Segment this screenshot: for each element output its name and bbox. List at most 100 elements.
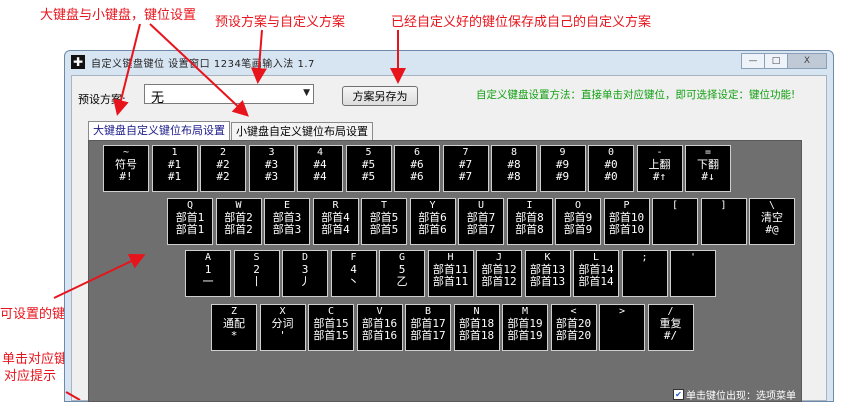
key-bot-label: #4 bbox=[313, 170, 327, 183]
key-1-6[interactable]: U 部首7 部首7 bbox=[458, 198, 504, 245]
key-1-3[interactable]: R 部首4 部首4 bbox=[312, 198, 359, 245]
key-1-5[interactable]: Y 部首6 部首6 bbox=[409, 198, 456, 245]
key-top-label: [ bbox=[671, 200, 679, 211]
key-bot-label: #/ bbox=[663, 329, 678, 342]
key-2-1[interactable]: S2丨 bbox=[233, 250, 280, 297]
key-bot-label: 一 bbox=[202, 275, 214, 288]
key-bot-label: * bbox=[230, 329, 238, 342]
key-bot-label: 部首7 bbox=[466, 223, 496, 236]
window-title: 自定义键盘键位 设置窗口 1234笔画输入法 1.7 bbox=[91, 59, 315, 70]
annotation-click-hint-2: 对应提示 bbox=[4, 369, 57, 384]
key-2-8[interactable]: L 部首14 部首14 bbox=[573, 250, 619, 297]
key-1-2[interactable]: E 部首3 部首3 bbox=[264, 198, 310, 245]
key-3-2[interactable]: C 部首15 部首15 bbox=[308, 304, 354, 351]
key-2-3[interactable]: F4丶 bbox=[330, 250, 377, 297]
key-bot-label: 丨 bbox=[251, 275, 262, 288]
key-bot-label: 部首20 bbox=[555, 329, 592, 342]
key-1-8[interactable]: O 部首9 部首9 bbox=[555, 198, 601, 245]
key-1-9[interactable]: P 部首10 部首10 bbox=[603, 198, 650, 245]
key-0-2[interactable]: 2 #2 #2 bbox=[200, 145, 246, 192]
annotation-preset: 预设方案与自定义方案 bbox=[215, 15, 346, 30]
key-bot-label: 部首14 bbox=[578, 275, 614, 288]
key-1-4[interactable]: T 部首5 部首5 bbox=[361, 198, 407, 245]
key-bot-label: 部首18 bbox=[458, 329, 495, 342]
key-bot-label: 部首1 bbox=[175, 223, 205, 236]
tab-bar: 大键盘自定义键位布局设置 小键盘自定义键位布局设置 bbox=[88, 121, 374, 141]
key-top-label: ] bbox=[720, 200, 727, 211]
keyboard-panel: ~ 符号 #! 1 #1 #1 2 #2 #2 3 #3 #3 4 #4 #4 5 #5 #5 6 #6 #6 7 #7 #7… bbox=[88, 140, 802, 402]
app-icon: ✚ bbox=[71, 55, 85, 69]
key-2-6[interactable]: J 部首12 部首12 bbox=[476, 250, 522, 297]
checkbox-icon[interactable]: ✔ bbox=[673, 389, 684, 400]
key-bot-label: #1 bbox=[167, 170, 182, 183]
preset-dropdown[interactable]: 无 ▼ bbox=[144, 84, 314, 106]
key-2-9[interactable]: ; bbox=[621, 250, 668, 297]
key-2-0[interactable]: A1一 bbox=[185, 250, 231, 297]
key-0-10[interactable]: 0 #0 #0 bbox=[588, 145, 634, 192]
tab-numpad[interactable]: 小键盘自定义键位布局设置 bbox=[231, 122, 373, 141]
key-2-5[interactable]: H 部首11 部首11 bbox=[427, 250, 474, 297]
window-client: 预设方案: 无 ▼ 方案另存为 自定义键盘设置方法：直接单击对应键位，即可选择设… bbox=[71, 75, 827, 402]
key-0-12[interactable]: = 下翻 #↓ bbox=[685, 145, 731, 192]
key-bot-label: 部首17 bbox=[410, 329, 446, 342]
key-0-4[interactable]: 4 #4 #4 bbox=[297, 145, 343, 192]
key-0-3[interactable]: 3 #3 #3 bbox=[248, 145, 295, 192]
key-1-7[interactable]: I 部首8 部首8 bbox=[506, 198, 553, 245]
key-bot-label: #↓ bbox=[701, 170, 715, 183]
title-bar: ✚ 自定义键盘键位 设置窗口 1234笔画输入法 1.7 — □ X bbox=[65, 51, 833, 73]
key-bot-label: 部首19 bbox=[507, 329, 543, 342]
key-bot-label: 部首13 bbox=[529, 275, 566, 288]
key-0-5[interactable]: 5 #5 #5 bbox=[345, 145, 392, 192]
key-1-12[interactable]: \ 清空 #@ bbox=[749, 198, 795, 245]
key-0-8[interactable]: 8 #8 #8 bbox=[491, 145, 537, 192]
key-bot-label: 部首10 bbox=[608, 223, 645, 236]
key-3-4[interactable]: B 部首17 部首17 bbox=[405, 304, 451, 351]
key-1-1[interactable]: W 部首2 部首2 bbox=[215, 198, 262, 245]
key-bot-label: ' bbox=[279, 329, 286, 342]
key-1-0[interactable]: Q 部首1 部首1 bbox=[167, 198, 213, 245]
key-2-4[interactable]: G5乙 bbox=[379, 250, 425, 297]
close-button[interactable]: X bbox=[787, 53, 827, 69]
key-3-0[interactable]: Z 通配 * bbox=[211, 304, 257, 351]
key-top-label: ' bbox=[689, 252, 697, 263]
key-bot-label: 部首9 bbox=[563, 223, 593, 236]
key-0-1[interactable]: 1 #1 #1 bbox=[151, 145, 198, 192]
minimize-button[interactable]: — bbox=[741, 53, 765, 69]
tab-main-keyboard[interactable]: 大键盘自定义键位布局设置 bbox=[88, 121, 230, 141]
key-bot-label: #@ bbox=[765, 223, 779, 236]
key-0-7[interactable]: 7 #7 #7 bbox=[442, 145, 489, 192]
key-bot-label: #! bbox=[119, 170, 133, 183]
key-bot-label: #3 bbox=[264, 170, 279, 183]
key-3-6[interactable]: M 部首19 部首19 bbox=[502, 304, 548, 351]
key-0-11[interactable]: - 上翻 #↑ bbox=[636, 145, 683, 192]
key-2-2[interactable]: D3丿 bbox=[282, 250, 328, 297]
key-bot-label: 部首12 bbox=[481, 275, 517, 288]
key-1-10[interactable]: [ bbox=[652, 198, 698, 245]
key-0-0[interactable]: ~ 符号 #! bbox=[103, 145, 149, 192]
key-top-label: ; bbox=[641, 252, 648, 263]
key-3-8[interactable]: > bbox=[599, 304, 645, 351]
key-2-10[interactable]: ' bbox=[670, 250, 716, 297]
key-bot-label: 部首6 bbox=[418, 223, 447, 236]
key-3-3[interactable]: V 部首16 部首16 bbox=[356, 304, 403, 351]
key-bot-label: #0 bbox=[604, 170, 618, 183]
key-bot-label: 部首15 bbox=[313, 329, 349, 342]
key-3-1[interactable]: X 分词 ' bbox=[259, 304, 306, 351]
maximize-button[interactable]: □ bbox=[764, 53, 788, 69]
key-0-9[interactable]: 9 #9 #9 bbox=[539, 145, 586, 192]
key-3-9[interactable]: / 重复 #/ bbox=[647, 304, 694, 351]
key-bot-label: 部首8 bbox=[515, 223, 544, 236]
key-bot-label: 部首2 bbox=[224, 223, 253, 236]
annotation-keyboard-settings: 大键盘与小键盘，键位设置 bbox=[40, 8, 197, 23]
key-bot-label: 丿 bbox=[299, 275, 311, 288]
key-0-6[interactable]: 6 #6 #6 bbox=[394, 145, 440, 192]
key-2-7[interactable]: K 部首13 部首13 bbox=[524, 250, 571, 297]
key-3-5[interactable]: N 部首18 部首18 bbox=[453, 304, 500, 351]
chevron-down-icon[interactable]: ▼ bbox=[303, 88, 310, 98]
key-bot-label: #8 bbox=[507, 170, 521, 183]
key-3-7[interactable]: < 部首20 部首20 bbox=[550, 304, 597, 351]
key-bot-label: #2 bbox=[216, 170, 230, 183]
key-bot-label: 部首16 bbox=[361, 329, 398, 342]
key-1-11[interactable]: ] bbox=[700, 198, 747, 245]
save-as-button[interactable]: 方案另存为 bbox=[342, 86, 418, 106]
